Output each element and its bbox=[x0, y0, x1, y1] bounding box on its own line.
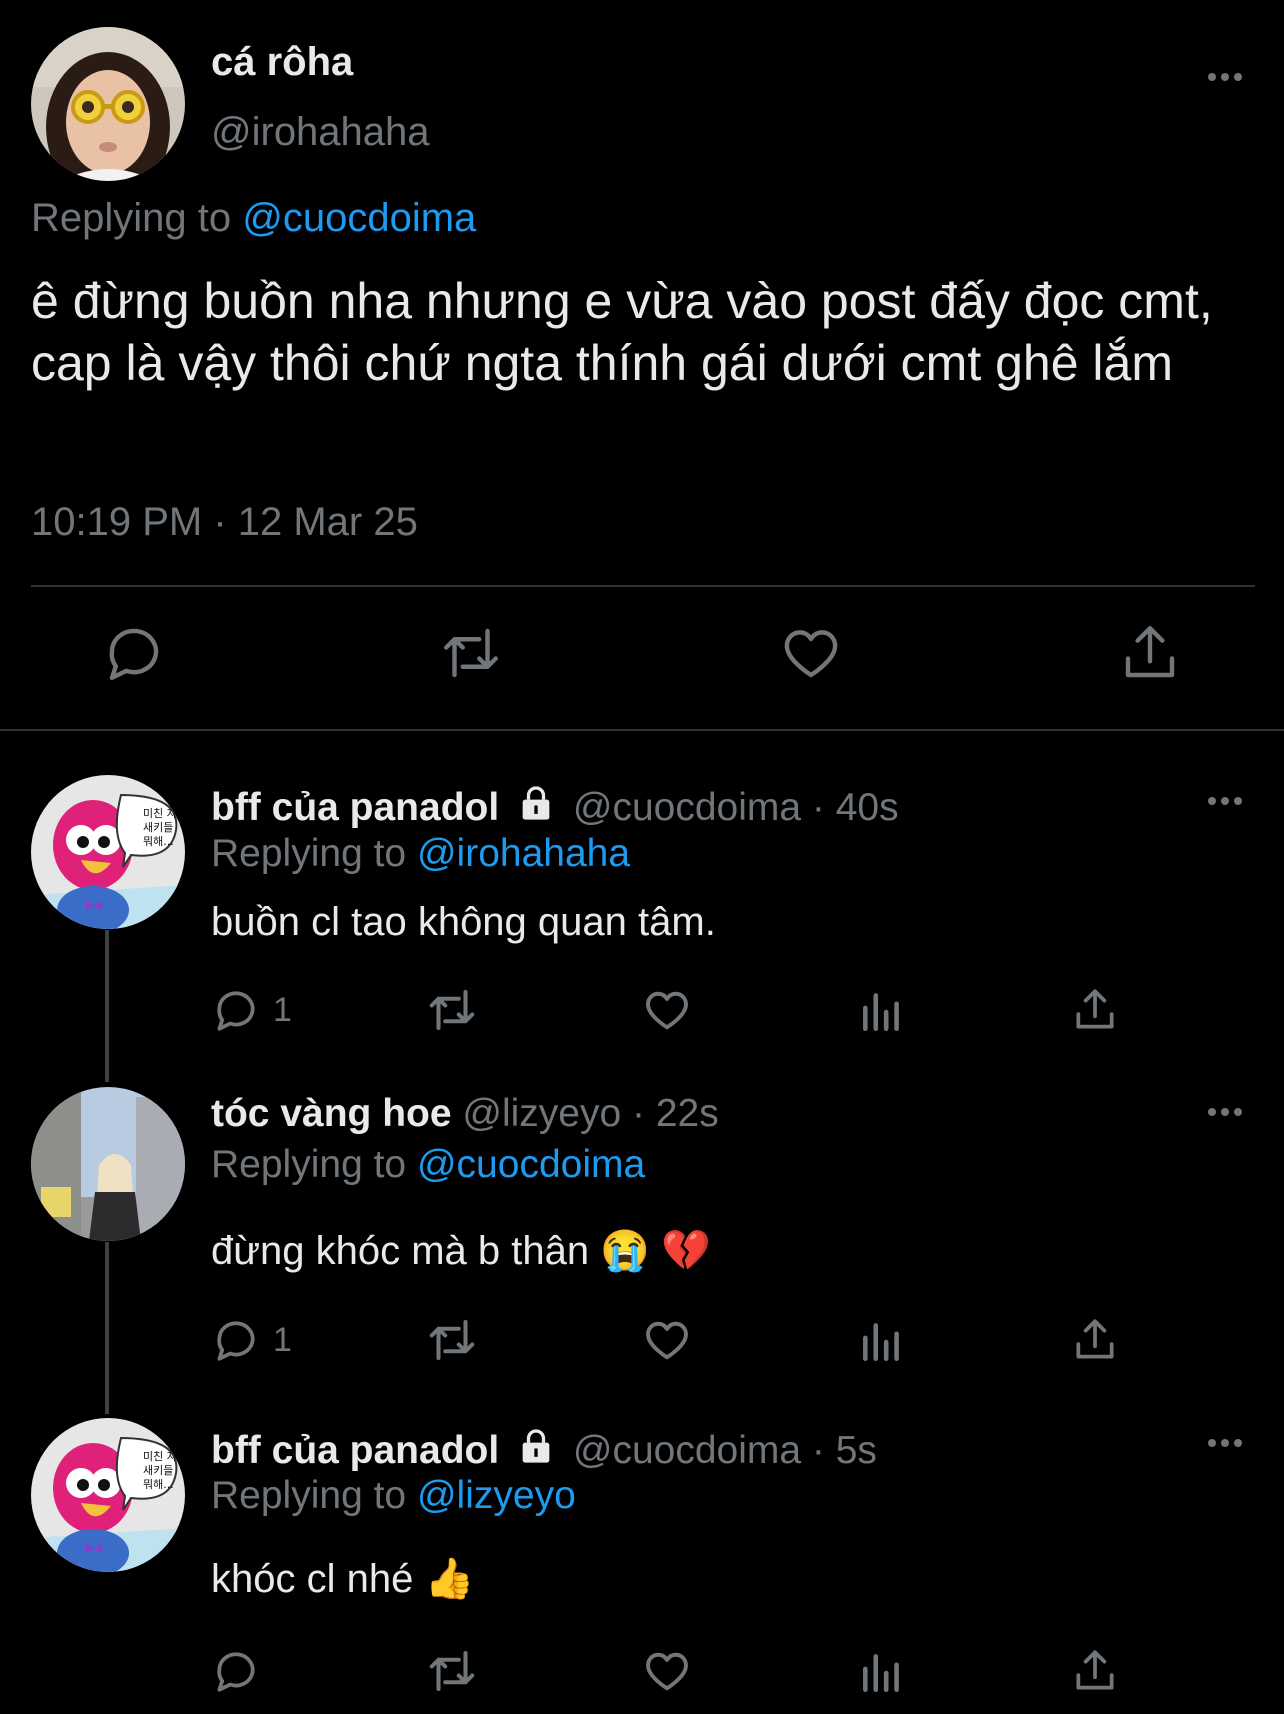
divider bbox=[31, 585, 1255, 587]
reply-icon bbox=[217, 991, 255, 1031]
reply-text: khóc cl nhé 👍 bbox=[211, 1557, 475, 1601]
reply-age: · 40s bbox=[811, 786, 899, 829]
svg-text:미친 자: 미친 자 bbox=[143, 1450, 177, 1463]
avatar[interactable]: 미친 자 새키들 뭐해... bbox=[31, 775, 185, 929]
lock-icon bbox=[516, 783, 556, 823]
retweet-icon[interactable] bbox=[425, 1643, 479, 1699]
share-icon[interactable] bbox=[1117, 620, 1183, 686]
svg-text:뭐해...: 뭐해... bbox=[143, 834, 174, 848]
reply-header: tóc vàng hoe @lizyeyo · 22s bbox=[211, 1092, 719, 1136]
main-action-bar bbox=[0, 620, 1284, 690]
display-name[interactable]: bff của panadol bbox=[211, 786, 499, 829]
avatar[interactable] bbox=[31, 1087, 185, 1241]
svg-text:새키들: 새키들 bbox=[143, 821, 173, 834]
views-icon[interactable] bbox=[857, 1312, 907, 1368]
replying-to-link[interactable]: @cuocdoima bbox=[417, 1143, 645, 1186]
reply-icon[interactable] bbox=[101, 620, 167, 686]
replying-prefix: Replying to bbox=[211, 1474, 407, 1517]
svg-text:새키들: 새키들 bbox=[143, 1464, 173, 1477]
replying-to-link[interactable]: @cuocdoima bbox=[242, 196, 476, 240]
handle[interactable]: @cuocdoima bbox=[573, 1429, 801, 1472]
reply-age: · 22s bbox=[632, 1092, 719, 1135]
reply-icon bbox=[217, 1652, 255, 1692]
retweet-icon[interactable] bbox=[438, 620, 504, 686]
replying-prefix: Replying to bbox=[31, 196, 232, 240]
share-icon[interactable] bbox=[1070, 1643, 1120, 1699]
handle[interactable]: @irohahaha bbox=[211, 110, 430, 155]
reply-action-bar: 1 bbox=[0, 982, 1284, 1038]
reply-header: bff của panadol @cuocdoima · 40s bbox=[211, 783, 899, 830]
like-icon[interactable] bbox=[778, 620, 844, 686]
display-name[interactable]: tóc vàng hoe bbox=[211, 1092, 452, 1135]
reply-icon bbox=[217, 1321, 255, 1361]
more-options-icon[interactable] bbox=[1208, 73, 1242, 81]
svg-text:뭐해...: 뭐해... bbox=[143, 1477, 174, 1491]
views-icon[interactable] bbox=[857, 982, 907, 1038]
reply-header: bff của panadol @cuocdoima · 5s bbox=[211, 1426, 877, 1473]
reply-button[interactable]: 1 bbox=[211, 982, 292, 1038]
reply-count: 1 bbox=[273, 990, 292, 1029]
replying-to-link[interactable]: @irohahaha bbox=[417, 832, 630, 875]
handle[interactable]: @cuocdoima bbox=[573, 786, 801, 829]
like-icon[interactable] bbox=[641, 1312, 693, 1368]
reply-button[interactable] bbox=[211, 1643, 273, 1699]
svg-text:미친 자: 미친 자 bbox=[143, 807, 177, 820]
more-options-icon[interactable] bbox=[1208, 1439, 1242, 1447]
reply-action-bar bbox=[0, 1643, 1284, 1699]
like-icon[interactable] bbox=[641, 1643, 693, 1699]
tweet-text: ê đừng buồn nha nhưng e vừa vào post đấy… bbox=[31, 273, 1213, 391]
avatar[interactable] bbox=[31, 27, 185, 181]
retweet-icon[interactable] bbox=[425, 1312, 479, 1368]
reply-count: 1 bbox=[273, 1320, 292, 1359]
replying-to: Replying to @lizyeyo bbox=[211, 1474, 576, 1518]
replying-to: Replying to @irohahaha bbox=[211, 832, 630, 876]
display-name[interactable]: cá rôha bbox=[211, 40, 353, 85]
reply-button[interactable]: 1 bbox=[211, 1312, 292, 1368]
like-icon[interactable] bbox=[641, 982, 693, 1038]
more-options-icon[interactable] bbox=[1208, 1108, 1242, 1116]
replying-to-link[interactable]: @lizyeyo bbox=[417, 1474, 576, 1517]
avatar[interactable]: 미친 자 새키들 뭐해... bbox=[31, 1418, 185, 1572]
views-icon[interactable] bbox=[857, 1643, 907, 1699]
share-icon[interactable] bbox=[1070, 1312, 1120, 1368]
retweet-icon[interactable] bbox=[425, 982, 479, 1038]
reply-text: buồn cl tao không quan tâm. bbox=[211, 900, 716, 944]
share-icon[interactable] bbox=[1070, 982, 1120, 1038]
replying-to: Replying to @cuocdoima bbox=[31, 196, 476, 241]
reply-age: · 5s bbox=[811, 1429, 877, 1472]
reply-text: đừng khóc mà b thân 😭 💔 bbox=[211, 1229, 711, 1273]
handle[interactable]: @lizyeyo bbox=[462, 1092, 621, 1135]
replying-prefix: Replying to bbox=[211, 832, 407, 875]
replying-to: Replying to @cuocdoima bbox=[211, 1143, 645, 1187]
display-name[interactable]: bff của panadol bbox=[211, 1429, 499, 1472]
lock-icon bbox=[516, 1426, 556, 1466]
section-divider bbox=[0, 729, 1284, 731]
replying-prefix: Replying to bbox=[211, 1143, 407, 1186]
reply-action-bar: 1 bbox=[0, 1312, 1284, 1368]
tweet-timestamp[interactable]: 10:19 PM · 12 Mar 25 bbox=[31, 500, 418, 545]
more-options-icon[interactable] bbox=[1208, 797, 1242, 805]
